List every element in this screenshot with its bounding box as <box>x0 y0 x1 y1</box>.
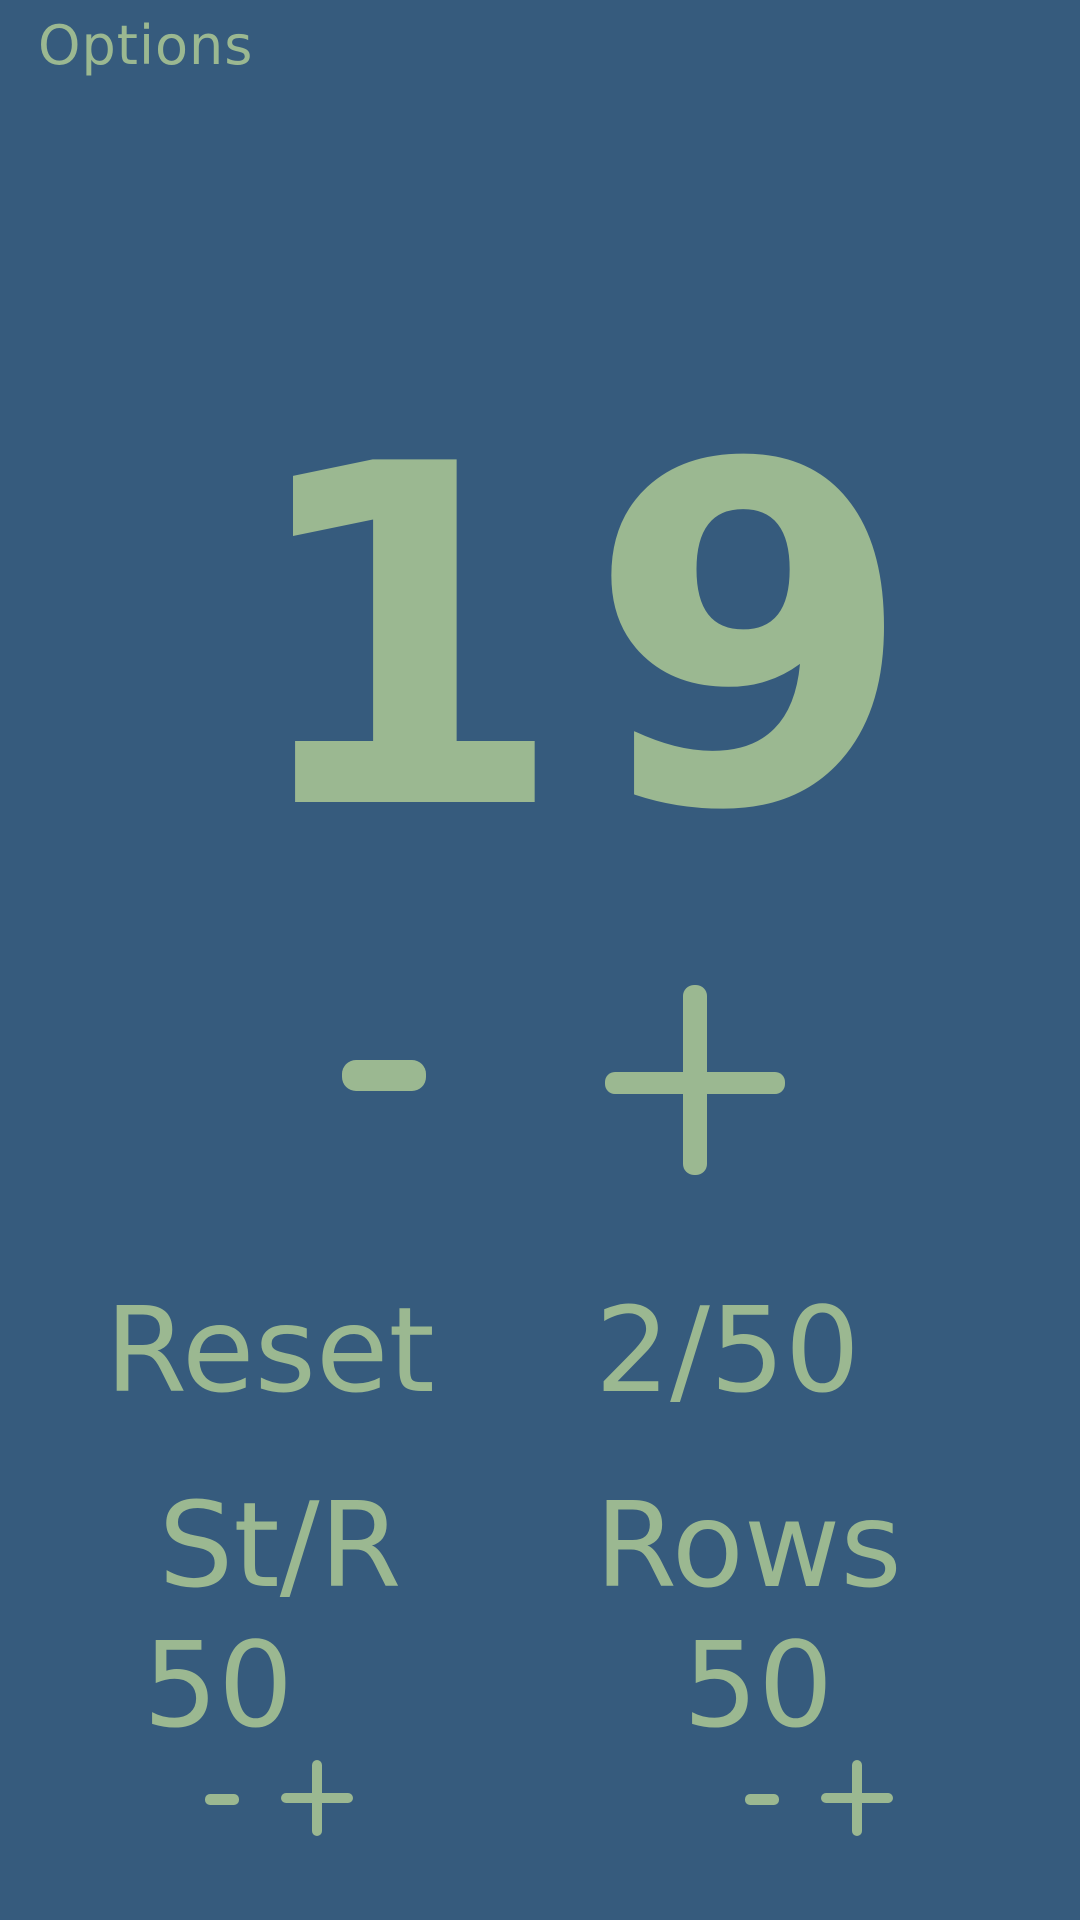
rows-value: 50 <box>683 1616 834 1754</box>
plus-icon <box>605 985 785 1175</box>
minus-icon <box>205 1794 239 1805</box>
increment-button[interactable] <box>585 965 805 1185</box>
minus-icon <box>342 1060 426 1091</box>
progress-indicator: 2/50 <box>595 1281 860 1419</box>
rows-decrement-button[interactable] <box>718 1748 808 1848</box>
options-button[interactable]: Options <box>38 14 253 78</box>
reset-button[interactable]: Reset <box>60 1285 480 1415</box>
rows-label: Rows <box>595 1476 902 1614</box>
plus-icon <box>821 1760 893 1836</box>
decrement-button[interactable] <box>270 965 490 1185</box>
row-counter-display: 19 <box>240 366 935 913</box>
stitches-per-row-label: St/R <box>158 1476 402 1614</box>
stitches-increment-button[interactable] <box>272 1748 362 1848</box>
plus-icon <box>281 1760 353 1836</box>
rows-increment-button[interactable] <box>812 1748 902 1848</box>
stitches-decrement-button[interactable] <box>178 1748 268 1848</box>
stitches-per-row-value: 50 <box>143 1616 294 1754</box>
minus-icon <box>745 1794 779 1805</box>
